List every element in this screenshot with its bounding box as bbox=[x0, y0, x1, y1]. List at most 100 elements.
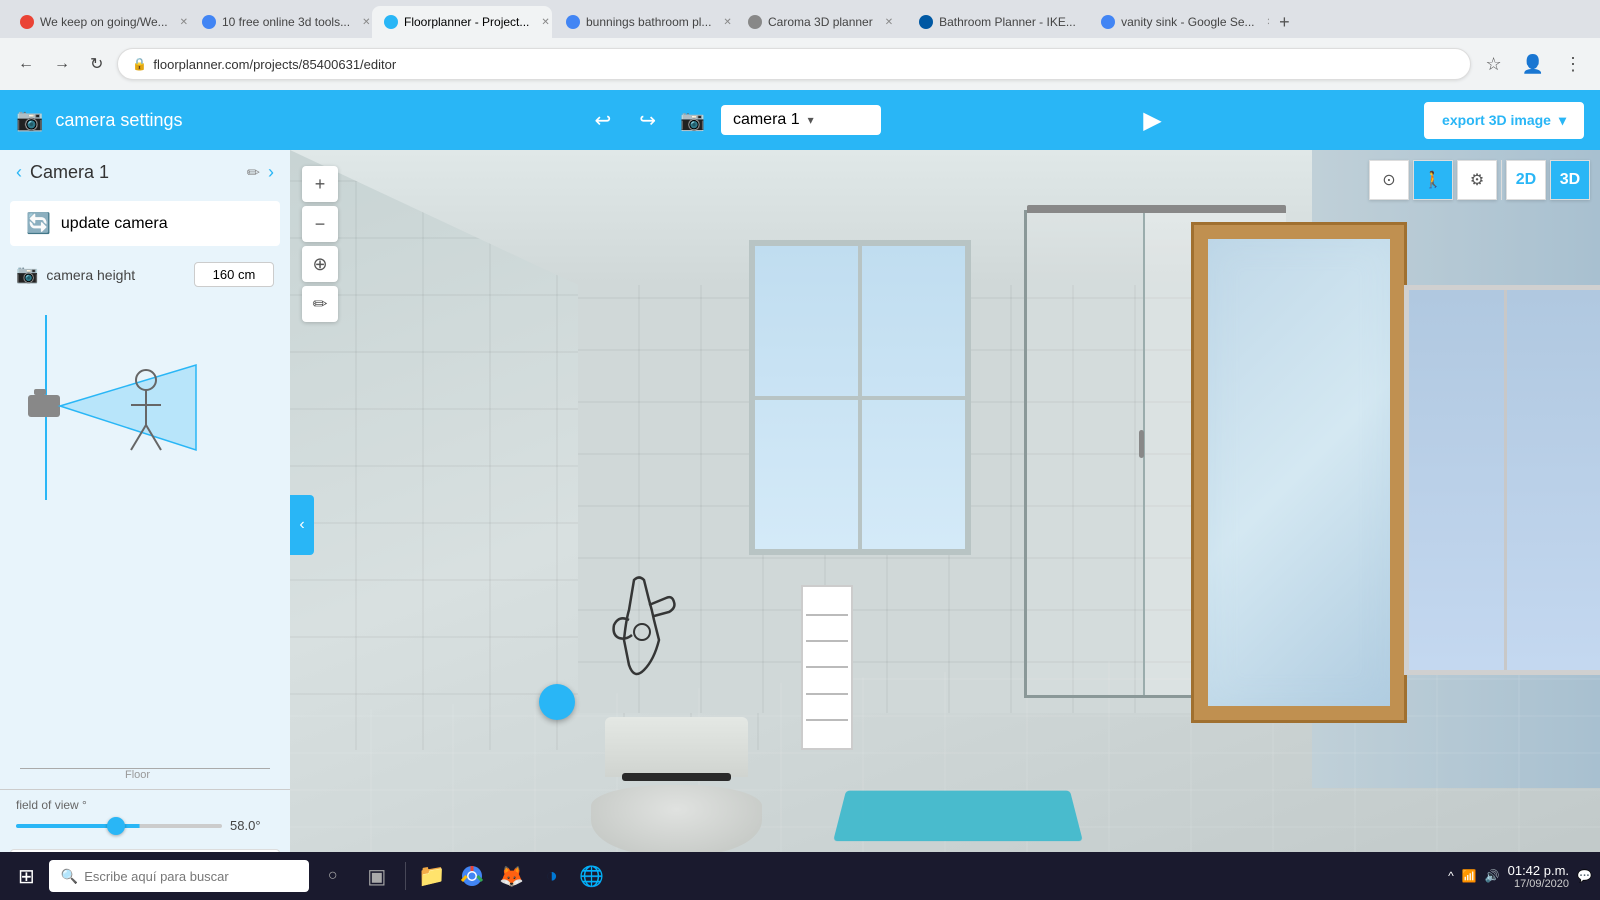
tab-1-close[interactable]: ✕ bbox=[180, 17, 188, 28]
address-bar[interactable]: 🔒 floorplanner.com/projects/85400631/edi… bbox=[117, 48, 1471, 80]
undo-button[interactable]: ↩ bbox=[587, 104, 620, 137]
window-divider-v bbox=[858, 246, 862, 549]
fov-value: 58.0° bbox=[230, 818, 274, 833]
header-title: camera settings bbox=[55, 110, 574, 131]
sidebar-edit-button[interactable]: ✏ bbox=[247, 163, 260, 183]
camera-diagram-svg bbox=[16, 305, 276, 525]
tab-1-label: We keep on going/We... bbox=[40, 15, 168, 29]
view-mode-toolbar: ⊙ 🚶 ⚙ 2D 3D bbox=[1369, 160, 1590, 200]
tab-2[interactable]: 10 free online 3d tools... ✕ bbox=[190, 6, 370, 38]
scene-towel-rack bbox=[801, 585, 853, 750]
sidebar-header: ‹ Camera 1 ✏ › bbox=[0, 150, 290, 195]
app-header: 📷 camera settings ↩ ↪ 📷 camera 1 ▾ ▶ exp… bbox=[0, 90, 1600, 150]
3d-view-button[interactable]: 📷 bbox=[676, 104, 709, 137]
taskbar-search[interactable]: 🔍 Escribe aquí para buscar bbox=[49, 860, 309, 892]
tab-7-close[interactable]: ✕ bbox=[1267, 17, 1270, 28]
redo-button[interactable]: ↪ bbox=[631, 104, 664, 137]
floor-label: Floor bbox=[125, 769, 150, 781]
orbit-mode-button[interactable]: ⊙ bbox=[1369, 160, 1409, 200]
time-display: 01:42 p.m. bbox=[1508, 863, 1569, 878]
tab-2-icon bbox=[202, 15, 216, 29]
scene-faucet-svg bbox=[604, 570, 684, 690]
camera-diagram: Floor bbox=[0, 297, 290, 789]
center-view-button[interactable]: ⊕ bbox=[302, 246, 338, 282]
taskbar-chrome[interactable] bbox=[454, 858, 490, 894]
taskbar-explorer[interactable]: 📁 bbox=[414, 858, 450, 894]
orbit-icon: ⊙ bbox=[1382, 170, 1395, 190]
tab-3-icon bbox=[384, 15, 398, 29]
scene-blue-ball bbox=[539, 684, 575, 720]
tab-5-icon bbox=[748, 15, 762, 29]
camera-selector[interactable]: camera 1 ▾ bbox=[721, 105, 881, 135]
update-camera-button[interactable]: 🔄 update camera bbox=[10, 201, 280, 246]
tab-5-close[interactable]: ✕ bbox=[885, 17, 893, 28]
taskbar-firefox[interactable]: 🦊 bbox=[494, 858, 530, 894]
taskbar-right: ^ 📶 🔊 01:42 p.m. 17/09/2020 💬 bbox=[1448, 863, 1592, 890]
camera-name-text: camera 1 bbox=[733, 111, 800, 129]
tab-5[interactable]: Caroma 3D planner ✕ bbox=[736, 6, 905, 38]
tab-6[interactable]: Bathroom Planner - IKE... ✕ bbox=[907, 6, 1087, 38]
collapse-icon: ‹ bbox=[299, 516, 304, 534]
walk-mode-button[interactable]: 🚶 bbox=[1413, 160, 1453, 200]
tab-4[interactable]: bunnings bathroom pl... ✕ bbox=[554, 6, 734, 38]
taskbar-wifi-icon: 📶 bbox=[1462, 869, 1477, 883]
cortana-button[interactable]: ○ bbox=[313, 856, 353, 896]
export-button[interactable]: export 3D image ▾ bbox=[1424, 102, 1584, 139]
rack-bar-5 bbox=[806, 719, 848, 721]
tab-4-label: bunnings bathroom pl... bbox=[586, 15, 711, 29]
tab-4-close[interactable]: ✕ bbox=[723, 17, 731, 28]
rack-bar-1 bbox=[806, 614, 848, 616]
camera-height-row: 📷 camera height bbox=[0, 252, 290, 297]
tab-1[interactable]: We keep on going/We... ✕ bbox=[8, 6, 188, 38]
view-mode-separator bbox=[1501, 160, 1502, 200]
tab-3[interactable]: Floorplanner - Project... ✕ bbox=[372, 6, 552, 38]
search-icon: 🔍 bbox=[61, 868, 78, 885]
export-chevron-icon: ▾ bbox=[1559, 112, 1566, 129]
taskbar-edge[interactable]: ◑ bbox=[534, 858, 570, 894]
2d-view-button[interactable]: 2D bbox=[1506, 160, 1546, 200]
taskbar: ⊞ 🔍 Escribe aquí para buscar ○ ▣ 📁 🦊 ◑ 🌐… bbox=[0, 852, 1600, 900]
scene-toilet bbox=[591, 717, 761, 855]
rack-bar-4 bbox=[806, 693, 848, 695]
toilet-tank-fitting bbox=[622, 773, 731, 781]
dollhouse-mode-button[interactable]: ⚙ bbox=[1457, 160, 1497, 200]
taskbar-chevron[interactable]: ^ bbox=[1448, 869, 1454, 883]
sidebar: ‹ Camera 1 ✏ › 🔄 update camera 📷 camera … bbox=[0, 150, 290, 900]
draw-button[interactable]: ✏ bbox=[302, 286, 338, 322]
forward-button[interactable]: → bbox=[48, 51, 76, 77]
date-display: 17/09/2020 bbox=[1508, 878, 1569, 890]
3d-view-mode-button[interactable]: 3D bbox=[1550, 160, 1590, 200]
sidebar-camera-title: Camera 1 bbox=[30, 162, 239, 183]
toilet-bowl bbox=[591, 785, 761, 855]
zoom-out-button[interactable]: − bbox=[302, 206, 338, 242]
start-button[interactable]: ⊞ bbox=[8, 860, 45, 893]
new-tab-button[interactable]: + bbox=[1271, 6, 1298, 38]
sidebar-back-button[interactable]: ‹ bbox=[16, 162, 22, 183]
shower-door-handle bbox=[1139, 430, 1144, 458]
tab-2-label: 10 free online 3d tools... bbox=[222, 15, 350, 29]
play-button[interactable]: ▶ bbox=[893, 106, 1412, 135]
tab-4-icon bbox=[566, 15, 580, 29]
back-button[interactable]: ← bbox=[12, 51, 40, 77]
tab-2-close[interactable]: ✕ bbox=[362, 17, 370, 28]
fov-slider[interactable] bbox=[16, 824, 222, 828]
zoom-in-button[interactable]: + bbox=[302, 166, 338, 202]
refresh-button[interactable]: ↻ bbox=[84, 50, 109, 78]
scene-mirror bbox=[1194, 225, 1404, 720]
tab-3-close[interactable]: ✕ bbox=[541, 17, 549, 28]
taskbar-extra[interactable]: 🌐 bbox=[574, 858, 610, 894]
profile-button[interactable]: 👤 bbox=[1516, 50, 1550, 79]
taskbar-time: 01:42 p.m. 17/09/2020 bbox=[1508, 863, 1569, 890]
scene-window bbox=[749, 240, 972, 555]
more-button[interactable]: ⋮ bbox=[1558, 50, 1588, 79]
tab-7[interactable]: vanity sink - Google Se... ✕ bbox=[1089, 6, 1269, 38]
task-view-button[interactable]: ▣ bbox=[357, 856, 397, 896]
collapse-sidebar-button[interactable]: ‹ bbox=[290, 495, 314, 555]
tab-1-icon bbox=[20, 15, 34, 29]
sidebar-next-button[interactable]: › bbox=[268, 162, 274, 183]
bookmark-button[interactable]: ☆ bbox=[1479, 50, 1507, 79]
walk-icon: 🚶 bbox=[1423, 170, 1443, 190]
camera-height-input[interactable] bbox=[194, 262, 274, 287]
taskbar-notification-icon[interactable]: 💬 bbox=[1577, 869, 1592, 883]
side-window-divider bbox=[1504, 290, 1507, 670]
